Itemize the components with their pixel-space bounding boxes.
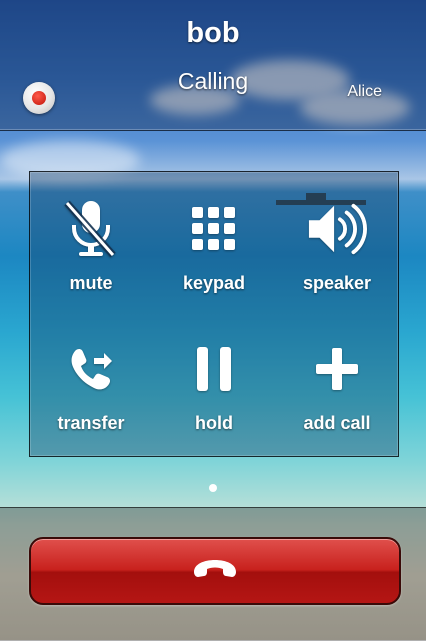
page-indicator (0, 484, 426, 492)
microphone-slash-icon (61, 199, 121, 259)
phone-transfer-icon (61, 339, 121, 399)
account-name: Alice (347, 83, 382, 100)
speaker-icon (307, 199, 367, 259)
hold-label: hold (195, 413, 233, 433)
speaker-button[interactable]: speaker (276, 172, 398, 297)
speaker-label: speaker (302, 273, 372, 293)
pause-icon (184, 339, 244, 399)
page-dot (209, 484, 217, 492)
phone-hangup-icon (191, 558, 239, 585)
hold-button[interactable]: hold (153, 312, 275, 437)
transfer-label: transfer (57, 413, 125, 433)
keypad-button[interactable]: keypad (153, 172, 275, 297)
call-header: bob Calling Alice (0, 0, 426, 131)
keypad-label: keypad (182, 273, 246, 293)
caller-name: bob (186, 17, 240, 49)
end-call-bar (0, 507, 426, 641)
end-call-button[interactable] (29, 537, 401, 605)
plus-icon (307, 339, 367, 399)
mute-button[interactable]: mute (30, 172, 152, 297)
call-controls-panel: mute keypad speaker transfer hold add ca… (29, 171, 399, 457)
transfer-button[interactable]: transfer (30, 312, 152, 437)
record-button[interactable] (23, 82, 55, 114)
keypad-icon (184, 199, 244, 259)
record-icon (32, 91, 46, 105)
add-call-label: add call (303, 413, 371, 433)
add-call-button[interactable]: add call (276, 312, 398, 437)
mute-label: mute (69, 273, 113, 293)
